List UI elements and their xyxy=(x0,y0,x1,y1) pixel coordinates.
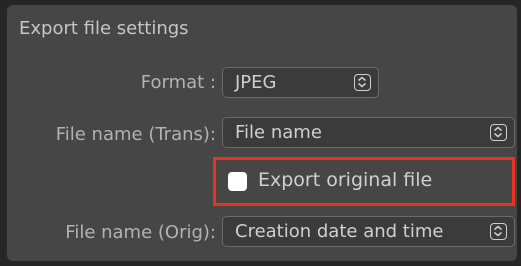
up-down-stepper-icon xyxy=(490,223,507,240)
file-name-trans-value: File name xyxy=(235,122,322,143)
format-select[interactable]: JPEG xyxy=(222,67,379,98)
up-down-stepper-icon xyxy=(490,124,507,141)
up-down-stepper-icon xyxy=(354,74,371,91)
format-value: JPEG xyxy=(235,72,277,93)
section-title: Export file settings xyxy=(19,18,189,39)
export-original-highlight: Export original file xyxy=(213,157,515,206)
format-label: Format : xyxy=(140,72,216,93)
file-name-trans-label: File name (Trans): xyxy=(55,124,216,145)
file-name-orig-value: Creation date and time xyxy=(235,221,444,242)
file-name-orig-select[interactable]: Creation date and time xyxy=(222,216,515,247)
file-name-orig-label: File name (Orig): xyxy=(65,222,216,243)
export-original-checkbox[interactable] xyxy=(228,172,247,191)
file-name-trans-select[interactable]: File name xyxy=(222,117,515,148)
export-original-label[interactable]: Export original file xyxy=(258,169,432,191)
